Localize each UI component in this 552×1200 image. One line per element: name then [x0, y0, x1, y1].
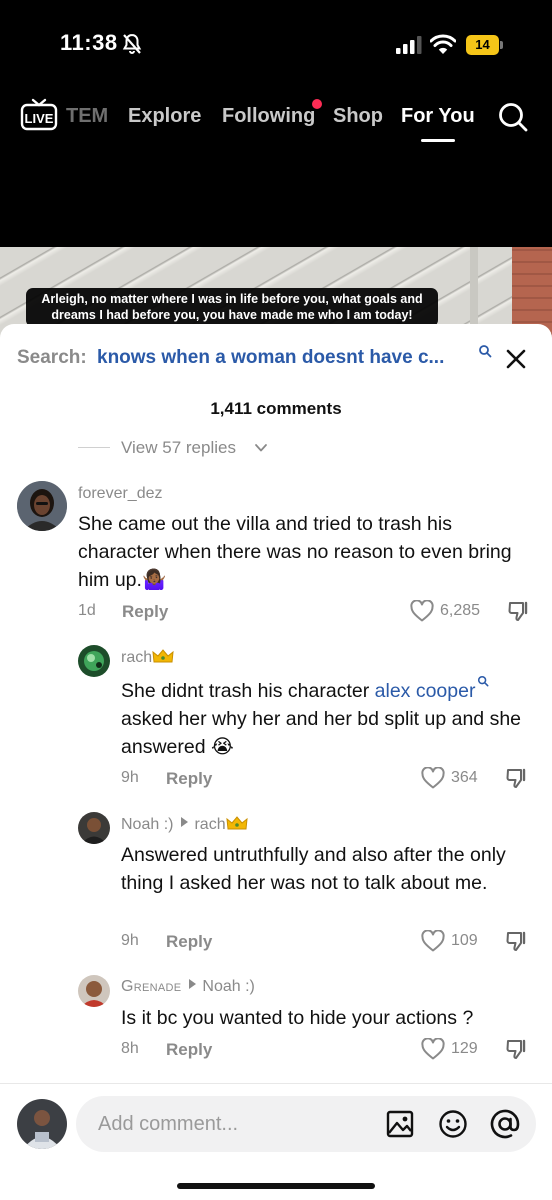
video-caption-line2: dreams I had before you, you have made m…: [51, 308, 413, 322]
status-time: 11:38: [60, 30, 118, 55]
svg-text:LIVE: LIVE: [25, 111, 54, 126]
search-icon[interactable]: [497, 101, 529, 133]
search-query-link[interactable]: knows when a woman doesnt have c...: [97, 347, 444, 369]
video-caption: Arleigh, no matter where I was in life b…: [26, 288, 438, 327]
avatar-image: [17, 481, 67, 531]
tab-explore[interactable]: Explore: [128, 105, 201, 128]
reply-button[interactable]: Reply: [166, 1040, 212, 1060]
mention-link[interactable]: alex cooper: [375, 680, 476, 702]
emoji-icon[interactable]: [437, 1108, 469, 1140]
add-comment-placeholder[interactable]: Add comment...: [98, 1113, 238, 1136]
live-tv-icon[interactable]: LIVE: [20, 97, 58, 131]
image-icon[interactable]: [384, 1108, 416, 1140]
comment-time: 9h: [121, 932, 139, 949]
video-caption-line1: Arleigh, no matter where I was in life b…: [41, 292, 423, 306]
avatar-image: [78, 645, 110, 677]
comment-username[interactable]: Noah :) rach: [121, 815, 248, 834]
status-bar: 11:38 14: [0, 0, 552, 90]
avatar[interactable]: [78, 645, 110, 677]
wifi-icon: [430, 34, 456, 54]
cellular-signal-icon: [396, 36, 422, 54]
comment-text-part: asked her why her and her bd split up an…: [121, 708, 522, 758]
tab-stem[interactable]: TEM: [66, 105, 108, 128]
reply-button[interactable]: Reply: [166, 932, 212, 952]
comment-username[interactable]: forever_dez: [78, 485, 163, 503]
reply-button[interactable]: Reply: [166, 769, 212, 789]
bell-muted-icon: [122, 33, 142, 54]
tab-following[interactable]: Following: [222, 105, 315, 128]
search-label: Search:: [17, 347, 87, 368]
comment-username[interactable]: Grenade Noah :): [121, 978, 255, 996]
username-text: Noah :): [121, 816, 174, 833]
comment-time: 1d: [78, 602, 96, 619]
dislike-icon[interactable]: [507, 599, 531, 623]
tab-for-you[interactable]: For You: [401, 105, 475, 128]
mention-icon[interactable]: [489, 1108, 521, 1140]
battery-cap: [500, 41, 503, 49]
dislike-icon[interactable]: [505, 1037, 529, 1061]
like-count: 129: [451, 1040, 478, 1057]
following-notification-dot: [312, 99, 322, 109]
comment-username[interactable]: rach: [121, 648, 174, 667]
comment-text: She came out the villa and tried to tras…: [78, 513, 512, 591]
reply-to-username[interactable]: Noah :): [202, 978, 254, 995]
comments-sheet: Search: knows when a woman doesnt have c…: [0, 324, 552, 1200]
comment-input-bar: Add comment...: [0, 1083, 552, 1200]
avatar[interactable]: [17, 481, 67, 531]
comment-count: 1,411 comments: [210, 399, 342, 418]
crown-emoji-icon: [225, 816, 248, 830]
avatar-image: [17, 1099, 67, 1149]
username-text: rach: [121, 649, 153, 666]
comment-time: 9h: [121, 769, 139, 786]
comments-header: Search: knows when a woman doesnt have c…: [0, 324, 552, 384]
avatar-image: [78, 812, 110, 844]
battery-indicator: 14: [466, 35, 503, 55]
like-count: 109: [451, 932, 478, 949]
tab-shop[interactable]: Shop: [333, 105, 383, 128]
like-count: 364: [451, 769, 478, 786]
avatar[interactable]: [78, 812, 110, 844]
heart-icon[interactable]: [421, 930, 445, 952]
comment-text: She didnt trash his character alex coope…: [121, 675, 531, 761]
crown-emoji-icon: [152, 649, 174, 663]
reply-to-arrow-icon: [181, 817, 189, 827]
heart-icon[interactable]: [421, 767, 445, 789]
search-mini-icon: [479, 345, 492, 358]
like-count: 6,285: [440, 602, 481, 619]
dislike-icon[interactable]: [505, 929, 529, 953]
avatar-image: [78, 975, 110, 1007]
divider-line: [78, 447, 110, 448]
avatar[interactable]: [78, 975, 110, 1007]
heart-icon[interactable]: [421, 1038, 445, 1060]
close-icon[interactable]: [505, 348, 527, 370]
chevron-down-icon: [255, 444, 267, 452]
dislike-icon[interactable]: [505, 766, 529, 790]
reply-to-username[interactable]: rach: [194, 816, 225, 833]
mention-search-icon[interactable]: [477, 675, 489, 687]
comment-text-part: She didnt trash his character: [121, 680, 375, 702]
comment-time: 8h: [121, 1040, 139, 1057]
view-replies-label: View 57 replies: [121, 438, 236, 457]
reply-to-arrow-icon: [189, 979, 197, 989]
reply-button[interactable]: Reply: [122, 602, 168, 622]
comment-text: Answered untruthfully and also after the…: [121, 844, 506, 894]
battery-level: 14: [466, 35, 499, 55]
comment-text: Is it bc you wanted to hide your actions…: [121, 1007, 474, 1029]
my-avatar[interactable]: [17, 1099, 67, 1149]
username-text: Grenade: [121, 978, 182, 995]
top-nav: LIVE TEM Explore Following Shop For You: [0, 95, 552, 145]
heart-icon[interactable]: [410, 600, 434, 622]
active-tab-underline: [421, 139, 455, 142]
home-indicator: [177, 1183, 375, 1189]
